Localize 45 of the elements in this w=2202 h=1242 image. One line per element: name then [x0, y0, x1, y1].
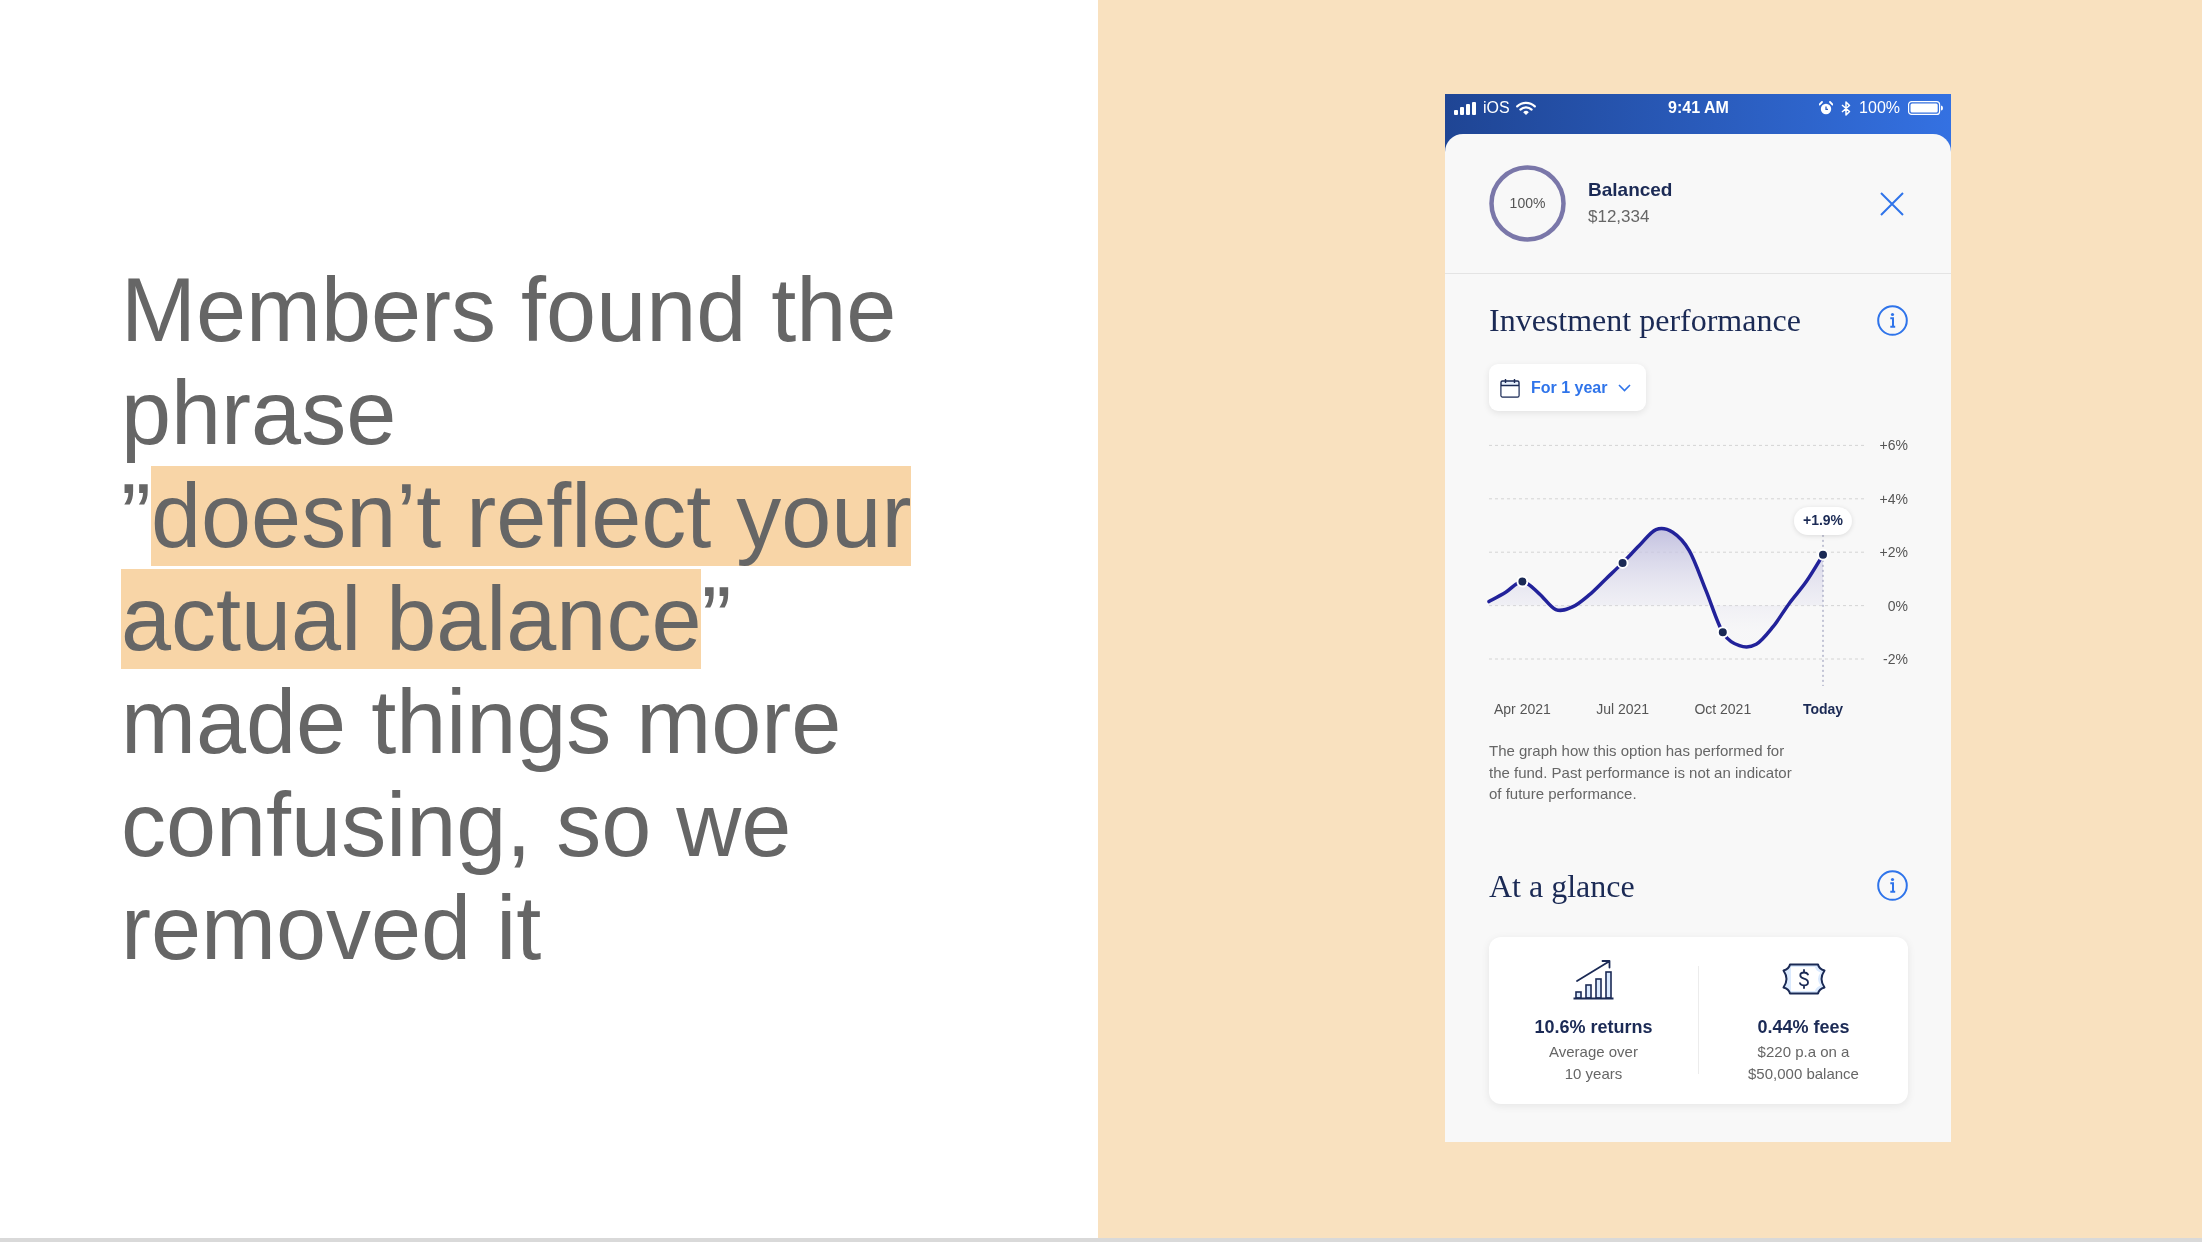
info-button[interactable]: [1877, 870, 1908, 901]
battery-percentage: 100%: [1859, 98, 1900, 118]
banknote-icon: [1781, 963, 1826, 995]
battery-icon: [1908, 101, 1943, 115]
section-heading: Investment performance: [1489, 301, 1801, 339]
rising-bar-chart-icon: [1573, 958, 1614, 1000]
alarm-clock-icon: [1819, 101, 1834, 115]
period-dropdown[interactable]: For 1 year: [1489, 364, 1647, 411]
bluetooth-icon: [1841, 100, 1852, 116]
fund-balance: $12,334: [1588, 205, 1651, 228]
value-tooltip: +1.9%: [1793, 506, 1853, 535]
y-axis-label: +2%: [1879, 544, 1908, 561]
close-icon: [1880, 191, 1904, 216]
info-icon: [1877, 870, 1908, 901]
y-axis-label: 0%: [1887, 597, 1908, 614]
data-point: [1716, 626, 1729, 639]
chevron-down-icon: [1618, 383, 1632, 392]
stat-value: 10.6% returns: [1534, 1015, 1653, 1038]
fund-name: Balanced: [1588, 177, 1673, 202]
chart-disclaimer: The graph how this option has performed for the fund. Past performance is not an indicator of future performance.: [1489, 741, 1793, 804]
x-axis-label: Today: [1802, 701, 1844, 717]
data-point: [1516, 575, 1529, 588]
signal-icon: [1454, 101, 1476, 115]
wifi-icon: [1515, 101, 1536, 115]
stat-description: Average over 10 years: [1548, 1041, 1639, 1084]
y-axis-label: +6%: [1879, 437, 1908, 454]
stat-description: $220 p.a on a $50,000 balance: [1747, 1041, 1860, 1084]
x-axis-label: Jul 2021: [1596, 701, 1650, 717]
carrier-label: iOS: [1483, 98, 1510, 118]
stat-value: 0.44% fees: [1757, 1015, 1850, 1038]
headline: Members found the phrase ”doesn’t reflect your actual balance” made things more confusing, so we removed it: [121, 258, 913, 980]
close-button[interactable]: [1880, 191, 1904, 216]
y-axis-label: -2%: [1883, 651, 1908, 667]
status-time: 9:41 AM: [1668, 98, 1729, 118]
ring-icon: [1489, 165, 1566, 242]
section-heading: At a glance: [1489, 866, 1635, 905]
x-axis-label: Oct 2021: [1694, 701, 1752, 717]
x-axis-label: Apr 2021: [1494, 701, 1551, 717]
calendar-icon: [1500, 377, 1520, 398]
info-button[interactable]: [1877, 304, 1908, 336]
allocation-percentage: 100%: [1509, 194, 1546, 213]
data-point: [1817, 548, 1829, 561]
info-icon: [1877, 304, 1908, 336]
y-axis-label: +4%: [1879, 490, 1908, 507]
data-point: [1616, 556, 1629, 569]
